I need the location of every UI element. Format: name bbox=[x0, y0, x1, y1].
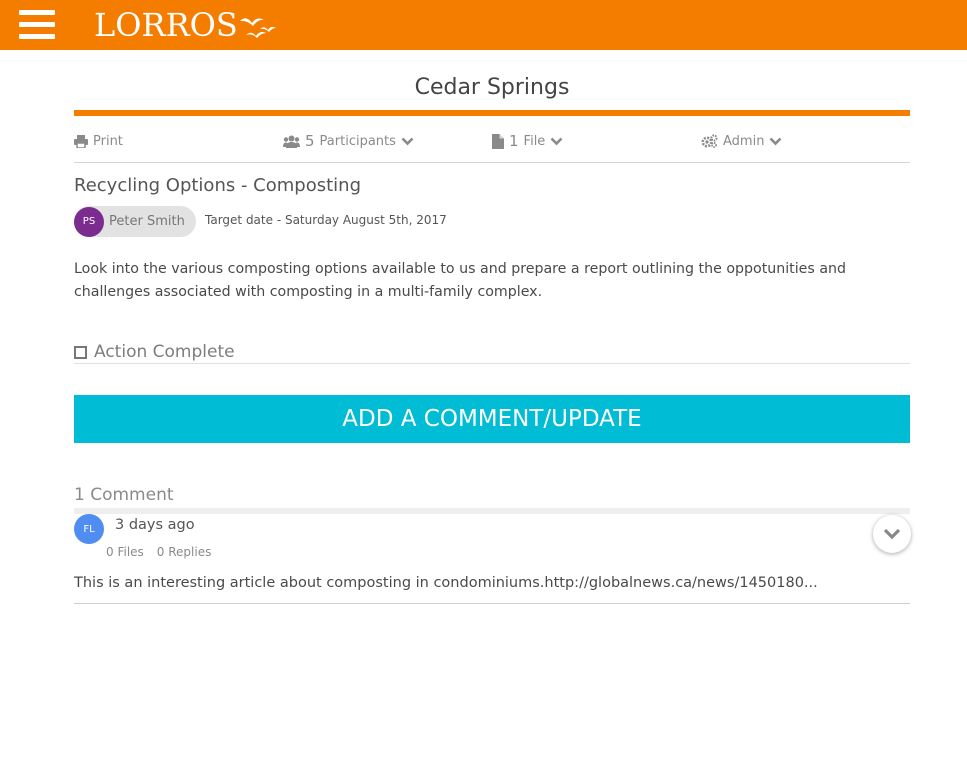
admin-label: Admin bbox=[723, 133, 765, 149]
expand-comment-button[interactable] bbox=[873, 515, 911, 553]
target-date: Target date - Saturday August 5th, 2017 bbox=[205, 213, 447, 227]
comment-timestamp: 3 days ago bbox=[115, 517, 195, 533]
action-toolbar: Print 5 Participants 1 File Admin bbox=[74, 128, 910, 154]
top-bar: LORROS bbox=[0, 0, 967, 50]
print-label: Print bbox=[93, 133, 123, 149]
file-icon bbox=[492, 133, 504, 149]
menu-icon[interactable] bbox=[19, 10, 55, 40]
comment-text: This is an interesting article about com… bbox=[74, 575, 818, 591]
divider bbox=[74, 603, 910, 604]
title-divider bbox=[74, 110, 910, 116]
participants-label: Participants bbox=[319, 133, 396, 149]
chevron-down-icon bbox=[883, 528, 901, 540]
checkbox-icon[interactable] bbox=[74, 345, 87, 359]
chevron-down-icon bbox=[770, 137, 782, 145]
users-icon bbox=[283, 135, 300, 148]
participants-dropdown[interactable]: 5 Participants bbox=[283, 128, 414, 154]
gears-icon bbox=[701, 134, 718, 148]
files-count: 1 bbox=[509, 132, 519, 150]
toolbar-divider bbox=[74, 162, 910, 163]
action-title: Recycling Options - Composting bbox=[74, 175, 361, 196]
action-description: Look into the various composting options… bbox=[74, 261, 847, 300]
files-label: File bbox=[523, 133, 546, 149]
avatar: PS bbox=[74, 206, 104, 237]
owner-name: Peter Smith bbox=[109, 214, 185, 229]
logo-text: LORROS bbox=[94, 6, 238, 44]
owner-chip[interactable]: PS Peter Smith bbox=[74, 206, 196, 237]
action-complete-label: Action Complete bbox=[94, 342, 235, 362]
chevron-down-icon bbox=[550, 137, 563, 145]
comment-files-link[interactable]: 0 Files bbox=[106, 545, 144, 559]
print-icon bbox=[74, 134, 88, 148]
print-button[interactable]: Print bbox=[74, 128, 123, 154]
page-title: Cedar Springs bbox=[414, 75, 570, 100]
comments-divider bbox=[74, 508, 910, 514]
files-dropdown[interactable]: 1 File bbox=[492, 128, 563, 154]
participants-count: 5 bbox=[305, 132, 315, 150]
avatar: FL bbox=[74, 514, 104, 544]
comments-count: 1 Comment bbox=[74, 485, 174, 505]
chevron-down-icon bbox=[401, 137, 414, 145]
admin-dropdown[interactable]: Admin bbox=[701, 128, 782, 154]
action-complete-toggle[interactable]: Action Complete bbox=[74, 341, 235, 363]
birds-logo-icon bbox=[239, 18, 276, 38]
add-comment-button[interactable]: ADD A COMMENT/UPDATE bbox=[74, 395, 910, 443]
comment-meta: 0 Files 0 Replies bbox=[106, 545, 211, 559]
comment-replies-link[interactable]: 0 Replies bbox=[157, 545, 212, 559]
divider bbox=[74, 363, 910, 364]
logo[interactable]: LORROS bbox=[94, 3, 282, 47]
